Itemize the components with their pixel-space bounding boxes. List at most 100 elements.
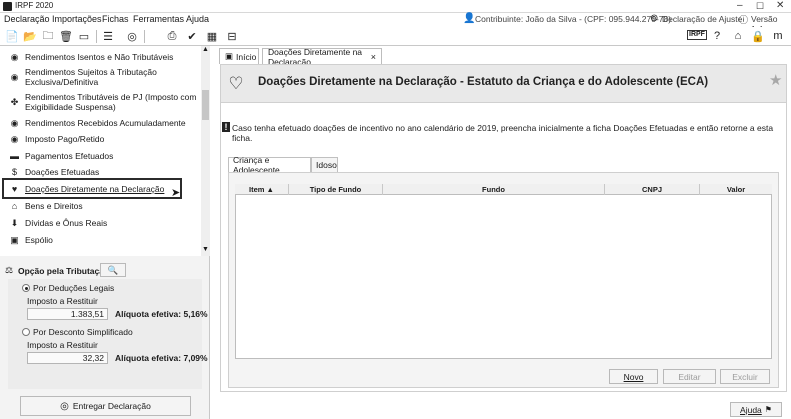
- toolbar-separator: [96, 30, 97, 43]
- sidebar-item-rendimentos-isentos[interactable]: ◉ Rendimentos Isentos e Não Tributáveis: [8, 49, 174, 65]
- mouse-cursor-icon: ➤: [171, 187, 181, 199]
- sidebar-item-rendimentos-sujeitos[interactable]: ◉ Rendimentos Sujeitos à Tributação Exclu…: [8, 65, 157, 89]
- tab-crianca-adolescente[interactable]: Criança e Adolescente: [228, 155, 311, 175]
- close-icon[interactable]: ✕: [776, 0, 784, 11]
- print-icon[interactable]: ⎙: [165, 29, 179, 43]
- document-icon: ▣: [10, 234, 19, 245]
- scroll-up-icon[interactable]: ▲: [202, 46, 209, 53]
- donation-icon: $: [11, 167, 17, 177]
- option-simplificado-label: Por Desconto Simplificado: [33, 327, 133, 337]
- option-deducoes-label: Por Deduções Legais: [33, 283, 115, 293]
- home-tab-icon: ▣: [225, 51, 234, 61]
- coins-icon: ◉: [10, 117, 19, 128]
- arrow-down-icon: ⬇: [10, 217, 19, 228]
- maximize-icon[interactable]: ☐: [756, 1, 764, 12]
- folder-icon[interactable]: 🗀: [41, 29, 55, 43]
- sidebar-scrollbar[interactable]: ▲ ▼: [201, 46, 210, 256]
- contributor-info: Contribuinte: João da Silva - (CPF: 095.…: [475, 14, 672, 24]
- open-folder-icon[interactable]: 📂: [23, 29, 37, 43]
- sidebar-item-label: Pagamentos Efetuados: [25, 151, 114, 161]
- editar-label: Editar: [678, 371, 701, 382]
- user-icon: 👤: [463, 13, 476, 24]
- tributacao-title: Opção pela Tributação:: [18, 266, 112, 276]
- globe-icon[interactable]: ◎: [125, 29, 139, 43]
- selection-highlight: [2, 178, 182, 199]
- trash-icon[interactable]: 🗑: [59, 29, 73, 43]
- app-icon: [3, 2, 12, 11]
- minimize-icon[interactable]: –: [737, 0, 743, 11]
- globe-icon: ◎: [60, 400, 69, 412]
- editar-button[interactable]: Editar: [663, 369, 716, 384]
- coins-icon: ◉: [10, 72, 19, 82]
- column-valor[interactable]: Valor: [700, 184, 772, 195]
- favorite-star-icon[interactable]: ★: [769, 71, 782, 89]
- imposto-restituir-label: Imposto a Restituir: [27, 296, 98, 306]
- lock-icon[interactable]: 🔒: [751, 29, 765, 43]
- imposto-restituir-label-2: Imposto a Restituir: [27, 340, 98, 350]
- sidebar-item-label: Dívidas e Ônus Reais: [25, 218, 108, 228]
- home-icon[interactable]: ⌂: [731, 29, 745, 43]
- sidebar-item-rendimentos-pj[interactable]: ✤ Rendimentos Tributáveis de PJ (Imposto…: [8, 90, 197, 114]
- tab-doacoes-diretamente[interactable]: Doações Diretamente na Declaração ×: [262, 47, 382, 67]
- column-cnpj[interactable]: CNPJ: [605, 184, 700, 195]
- toolbar-separator: [144, 30, 145, 43]
- novo-button[interactable]: Novo: [609, 369, 658, 384]
- info-message: Caso tenha efetuado doações de incentivo…: [232, 123, 774, 143]
- entregar-declaracao-button[interactable]: ◎ Entregar Declaração: [20, 396, 191, 416]
- scale-icon: ⚖: [5, 265, 14, 275]
- imposto-restituir-value: 1.383,51: [27, 308, 108, 320]
- radio-deducoes-legais[interactable]: [22, 284, 30, 292]
- title-bar: IRPF 2020 – ☐ ✕: [0, 0, 791, 13]
- ajuda-button[interactable]: Ajuda ⚑: [730, 402, 782, 417]
- sidebar-item-pagamentos[interactable]: ▬ Pagamentos Efetuados: [8, 148, 113, 164]
- sidebar-item-dividas[interactable]: ⬇ Dívidas e Ônus Reais: [8, 215, 107, 231]
- column-item[interactable]: Item ▲: [235, 184, 289, 195]
- sidebar-item-imposto-pago[interactable]: ◉ Imposto Pago/Retido: [8, 131, 105, 147]
- column-fundo[interactable]: Fundo: [383, 184, 605, 195]
- imposto-restituir-value-2: 32,32: [27, 352, 108, 364]
- sidebar-item-label: Rendimentos Sujeitos à Tributação: [25, 67, 157, 77]
- aliquota-efetiva-1: Alíquota efetiva: 5,16%: [115, 309, 208, 319]
- check-icon[interactable]: ✔: [185, 29, 199, 43]
- help-question-icon[interactable]: ?: [710, 29, 724, 43]
- new-file-icon[interactable]: 📄: [5, 29, 19, 43]
- save-icon[interactable]: ▭: [77, 29, 91, 43]
- receipt-icon[interactable]: ☰: [101, 29, 115, 43]
- sidebar-item-bens-direitos[interactable]: ⌂ Bens e Direitos: [8, 198, 83, 214]
- font-size-icon[interactable]: m: [771, 29, 785, 43]
- column-tipo-fundo[interactable]: Tipo de Fundo: [289, 184, 383, 195]
- calculator-icon[interactable]: ▦: [205, 29, 219, 43]
- excluir-label: Excluir: [732, 371, 758, 382]
- search-tributacao-button[interactable]: 🔍: [100, 263, 126, 277]
- scroll-down-icon[interactable]: ▼: [202, 246, 209, 253]
- radio-desconto-simplificado[interactable]: [22, 328, 30, 336]
- aliquota-efetiva-2: Alíquota efetiva: 7,09%: [115, 353, 208, 363]
- irpf-badge[interactable]: IRPF: [687, 30, 707, 40]
- menu-bar: Declaração Importações Fichas Ferramenta…: [0, 13, 791, 34]
- tab-close-icon[interactable]: ×: [371, 52, 376, 62]
- credit-card-icon: ▬: [10, 151, 19, 161]
- sidebar-item-espolio[interactable]: ▣ Espólio: [8, 232, 53, 248]
- menu-ferramentas[interactable]: Ferramentas: [133, 14, 184, 24]
- menu-importacoes[interactable]: Importações: [52, 14, 102, 24]
- tab-inicio[interactable]: ▣ Início: [219, 48, 259, 64]
- bottom-bar: [214, 396, 791, 419]
- menu-fichas[interactable]: Fichas: [102, 14, 129, 24]
- donations-table: [235, 184, 772, 359]
- sidebar-item-label: Rendimentos Tributáveis de PJ (Imposto c…: [25, 92, 197, 102]
- sidebar-item-label: Espólio: [25, 235, 53, 245]
- excluir-button[interactable]: Excluir: [720, 369, 770, 384]
- info-alert-icon: !: [222, 122, 230, 132]
- menu-ajuda[interactable]: Ajuda: [186, 14, 209, 24]
- menu-declaracao[interactable]: Declaração: [4, 14, 50, 24]
- form-icon[interactable]: ⊟: [225, 29, 239, 43]
- tab-idoso[interactable]: Idoso: [311, 157, 338, 172]
- sidebar-item-label-line2: Exclusiva/Definitiva: [25, 77, 99, 87]
- info-icon: ⓘ: [739, 15, 749, 25]
- sidebar-item-label: Rendimentos Isentos e Não Tributáveis: [25, 52, 174, 62]
- declaration-type: Declaração de Ajuste: [662, 14, 743, 24]
- ajuda-label: Ajuda: [740, 404, 762, 415]
- subtab-label: Idoso: [316, 160, 337, 170]
- scroll-thumb[interactable]: [202, 90, 209, 120]
- sidebar-item-rendimentos-acumulados[interactable]: ◉ Rendimentos Recebidos Acumuladamente: [8, 115, 186, 131]
